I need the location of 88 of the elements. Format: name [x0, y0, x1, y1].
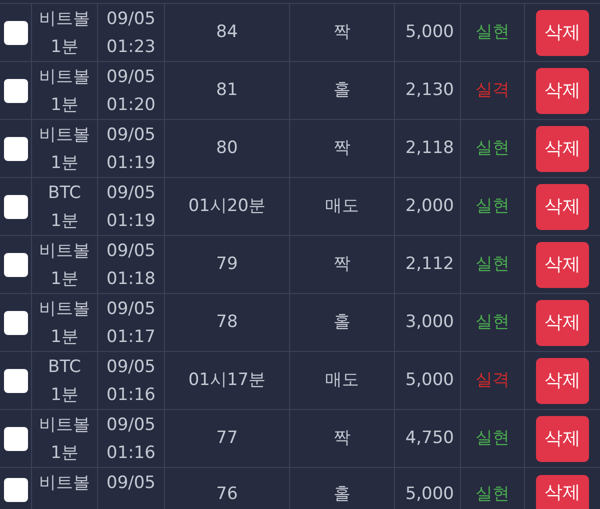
- delete-button[interactable]: 삭제: [536, 300, 589, 346]
- game-label: 비트볼: [39, 414, 90, 436]
- amount-label: 5,000: [405, 20, 454, 44]
- pick-label: 홀: [334, 482, 350, 506]
- game-label: 비트볼: [39, 472, 90, 495]
- time-label: 01:18: [106, 268, 156, 290]
- game-label: 비트볼: [39, 298, 90, 320]
- checkbox[interactable]: [4, 310, 28, 334]
- delete-button[interactable]: 삭제: [536, 10, 589, 56]
- time-label: 09/05: [106, 240, 156, 262]
- round-label: 77: [216, 426, 238, 450]
- time-label: 09/05: [106, 182, 156, 204]
- time-label: 09/05: [106, 8, 156, 30]
- time-label: 01:19: [106, 152, 156, 174]
- delete-button[interactable]: 삭제: [536, 68, 589, 114]
- pick-label: 매도: [325, 368, 359, 392]
- result-label: 실현: [476, 194, 510, 218]
- amount-label: 2,112: [405, 252, 454, 276]
- delete-button[interactable]: 삭제: [536, 416, 589, 462]
- pick-label: 짝: [334, 136, 350, 160]
- checkbox[interactable]: [4, 136, 28, 160]
- round-label: 01시20분: [188, 194, 266, 218]
- round-label: 76: [216, 482, 238, 506]
- pick-label: 짝: [334, 426, 350, 450]
- round-label: 78: [216, 310, 238, 334]
- amount-label: 5,000: [405, 482, 454, 506]
- time-label: 01:16: [106, 384, 156, 406]
- pick-label: 짝: [334, 20, 350, 44]
- pick-label: 홀: [334, 78, 350, 102]
- round-label: 79: [216, 252, 238, 276]
- round-label: 80: [216, 136, 238, 160]
- delete-button[interactable]: 삭제: [536, 184, 589, 230]
- checkbox[interactable]: [4, 426, 28, 450]
- game-label: 1분: [50, 326, 78, 348]
- amount-label: 2,000: [405, 194, 454, 218]
- time-label: 01:20: [106, 94, 156, 116]
- result-label: 실현: [476, 136, 510, 160]
- game-label: 1분: [50, 36, 78, 58]
- round-label: 84: [216, 20, 238, 44]
- amount-label: 5,000: [405, 368, 454, 392]
- game-label: BTC: [48, 356, 81, 378]
- game-label: 1분: [50, 94, 78, 116]
- amount-label: 2,130: [405, 78, 454, 102]
- time-label: 09/05: [106, 124, 156, 146]
- pick-label: 홀: [334, 310, 350, 334]
- result-label: 실현: [476, 20, 510, 44]
- round-label: 01시17분: [188, 368, 266, 392]
- game-label: 1분: [50, 442, 78, 464]
- game-label: 비트볼: [39, 124, 90, 146]
- checkbox[interactable]: [4, 194, 28, 218]
- result-label: 실격: [476, 368, 510, 392]
- checkbox[interactable]: [4, 368, 28, 392]
- game-label: 1분: [50, 268, 78, 290]
- game-label: BTC: [48, 182, 81, 204]
- round-label: 81: [216, 78, 238, 102]
- time-label: 09/05: [106, 298, 156, 320]
- game-label: 비트볼: [39, 240, 90, 262]
- time-label: 09/05: [106, 472, 156, 495]
- pick-label: 짝: [334, 252, 350, 276]
- result-label: 실현: [476, 426, 510, 450]
- time-label: 09/05: [106, 414, 156, 436]
- result-label: 실현: [476, 310, 510, 334]
- game-label: 비트볼: [39, 8, 90, 30]
- time-label: 01:23: [106, 36, 156, 58]
- delete-button[interactable]: 삭제: [536, 242, 589, 288]
- delete-button[interactable]: 삭제: [536, 358, 589, 404]
- game-label: 비트볼: [39, 66, 90, 88]
- game-label: 1분: [50, 210, 78, 232]
- delete-button[interactable]: 삭제: [536, 126, 589, 172]
- checkbox[interactable]: [4, 20, 28, 44]
- game-label: 1분: [50, 384, 78, 406]
- checkbox[interactable]: [4, 78, 28, 102]
- result-label: 실현: [476, 482, 510, 506]
- result-label: 실격: [476, 78, 510, 102]
- time-label: 09/05: [106, 356, 156, 378]
- time-label: 01:19: [106, 210, 156, 232]
- checkbox[interactable]: [4, 478, 28, 502]
- checkbox[interactable]: [4, 252, 28, 276]
- pick-label: 매도: [325, 194, 359, 218]
- amount-label: 4,750: [405, 426, 454, 450]
- time-label: 01:17: [106, 326, 156, 348]
- time-label: 01:16: [106, 442, 156, 464]
- delete-button[interactable]: 삭제: [536, 475, 589, 509]
- game-label: 1분: [50, 152, 78, 174]
- amount-label: 3,000: [405, 310, 454, 334]
- amount-label: 2,118: [405, 136, 454, 160]
- time-label: 09/05: [106, 66, 156, 88]
- result-label: 실현: [476, 252, 510, 276]
